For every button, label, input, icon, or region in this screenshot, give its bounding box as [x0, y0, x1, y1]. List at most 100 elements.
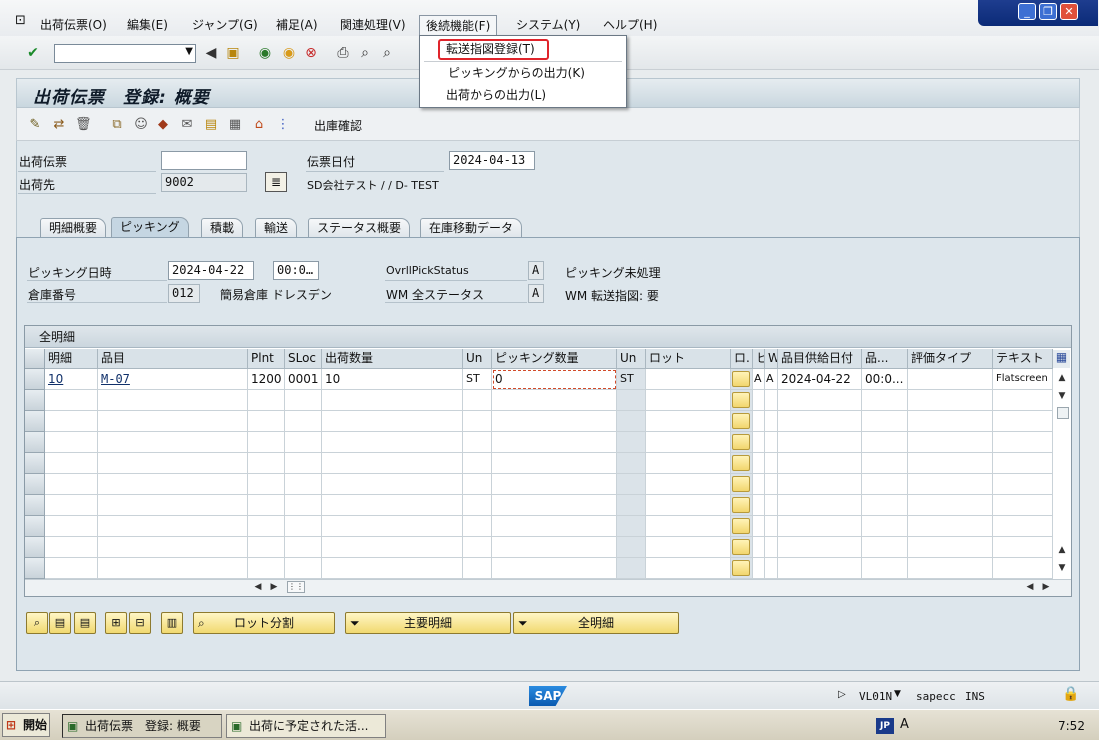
cell-unit-2[interactable]: ST [617, 369, 646, 390]
table-cell[interactable] [492, 453, 617, 474]
table-cell[interactable] [765, 474, 778, 495]
row-selector[interactable] [25, 474, 45, 495]
cancel-icon[interactable]: ⊗ [302, 44, 320, 62]
restore-icon[interactable]: ❐ [1039, 3, 1057, 20]
header-delivery-qty[interactable]: 出荷数量 [322, 349, 463, 369]
table-cell[interactable] [322, 558, 463, 579]
header-icon[interactable]: ◆ [155, 117, 171, 133]
find-icon[interactable]: ⌕ [356, 44, 374, 62]
table-cell[interactable] [862, 474, 908, 495]
batch-checkbox[interactable] [732, 560, 750, 576]
table-cell[interactable] [617, 390, 646, 411]
table-cell[interactable] [617, 411, 646, 432]
table-cell[interactable] [908, 411, 993, 432]
menu-goto[interactable]: ジャンプ(G) [192, 16, 258, 33]
table-cell[interactable] [765, 537, 778, 558]
batch-split-button[interactable]: ⌕ ロット分割 [193, 612, 335, 634]
table-cell[interactable] [322, 495, 463, 516]
table-cell[interactable] [322, 474, 463, 495]
table-cell[interactable] [646, 537, 731, 558]
table-cell[interactable] [98, 516, 248, 537]
table-cell[interactable] [98, 411, 248, 432]
find-next-icon[interactable]: ⌕ [378, 44, 396, 62]
warehouse-field[interactable]: 012 [168, 284, 200, 303]
start-button[interactable]: ⊞ 開始 [2, 713, 50, 737]
header-lo[interactable]: ロ. [731, 349, 753, 369]
table-cell[interactable] [248, 474, 285, 495]
document-date-field[interactable]: 2024-04-13 [449, 151, 535, 170]
table-cell[interactable] [248, 390, 285, 411]
shipto-field[interactable]: 9002 [161, 173, 247, 192]
table-cell[interactable] [993, 516, 1053, 537]
delete-icon[interactable]: 🗑 [75, 117, 92, 133]
cell-h[interactable]: A [753, 369, 765, 390]
table-cell[interactable] [778, 390, 862, 411]
table-cell[interactable] [45, 453, 98, 474]
table-cell[interactable] [617, 558, 646, 579]
table-cell[interactable] [862, 495, 908, 516]
batch-checkbox[interactable] [732, 497, 750, 513]
batch-checkbox[interactable] [732, 371, 750, 387]
table-cell[interactable] [765, 453, 778, 474]
select-all-icon[interactable]: ▤ [49, 612, 71, 634]
table-cell[interactable] [492, 474, 617, 495]
table-cell[interactable] [492, 495, 617, 516]
table-cell[interactable] [285, 411, 322, 432]
status-expand-icon[interactable]: ▷ [838, 689, 846, 700]
all-items-button[interactable]: ⏷ 全明細 [513, 612, 679, 634]
table-cell[interactable] [322, 390, 463, 411]
cell-unit[interactable]: ST [463, 369, 492, 390]
table-cell[interactable] [862, 390, 908, 411]
row-selector[interactable] [25, 369, 45, 390]
table-cell[interactable] [753, 390, 765, 411]
table-cell[interactable] [862, 537, 908, 558]
table-cell[interactable] [98, 558, 248, 579]
header-picked-qty[interactable]: ピッキング数量 [492, 349, 617, 369]
table-cell[interactable] [98, 432, 248, 453]
tab-item-overview[interactable]: 明細概要 [40, 218, 107, 238]
table-cell[interactable] [646, 516, 731, 537]
tab-loading[interactable]: 積載 [201, 218, 244, 238]
menu-item-create-transfer-order[interactable]: 転送指図登録(T) [420, 38, 626, 60]
column-settings-icon[interactable]: ▦ [1053, 350, 1070, 368]
table-cell[interactable] [492, 537, 617, 558]
table-cell[interactable] [45, 411, 98, 432]
table-cell[interactable] [646, 453, 731, 474]
header-unit-2[interactable]: Un [617, 349, 646, 369]
table-cell[interactable] [45, 495, 98, 516]
language-indicator[interactable]: JP [876, 718, 894, 734]
tab-goods-movement[interactable]: 在庫移動データ [420, 218, 523, 238]
wm-status-field[interactable]: A [528, 284, 544, 303]
table-cell[interactable] [908, 495, 993, 516]
batch-checkbox[interactable] [732, 539, 750, 555]
table-cell[interactable] [98, 495, 248, 516]
cell-item[interactable]: 10 [45, 369, 98, 390]
cell-plant[interactable]: 1200 [248, 369, 285, 390]
scroll-up-icon[interactable]: ▲ [1055, 543, 1069, 557]
table-cell[interactable] [285, 516, 322, 537]
table-cell[interactable] [778, 474, 862, 495]
cell-batch[interactable] [646, 369, 731, 390]
cell-delivery-qty[interactable]: 10 [322, 369, 463, 390]
table-cell[interactable] [753, 474, 765, 495]
table-cell[interactable] [646, 474, 731, 495]
row-selector[interactable] [25, 453, 45, 474]
table-cell[interactable] [322, 453, 463, 474]
header-time[interactable]: 品... [862, 349, 908, 369]
table-cell[interactable] [285, 453, 322, 474]
batch-checkbox[interactable] [732, 476, 750, 492]
table-cell[interactable] [45, 390, 98, 411]
output-icon[interactable]: ▦ [227, 117, 243, 133]
table-cell[interactable] [322, 432, 463, 453]
table-cell[interactable] [248, 432, 285, 453]
row-selector[interactable] [25, 537, 45, 558]
menu-edit[interactable]: 編集(E) [127, 16, 168, 33]
table-cell[interactable] [753, 432, 765, 453]
delivery-input[interactable] [161, 151, 247, 170]
save-icon[interactable]: ▣ [224, 44, 242, 62]
table-cell[interactable] [248, 411, 285, 432]
table-cell[interactable] [862, 432, 908, 453]
print-icon[interactable]: ⎙ [334, 44, 352, 62]
scroll-thumb[interactable]: ⋮⋮ [287, 581, 305, 593]
menu-environment[interactable]: 関連処理(V) [340, 16, 406, 33]
